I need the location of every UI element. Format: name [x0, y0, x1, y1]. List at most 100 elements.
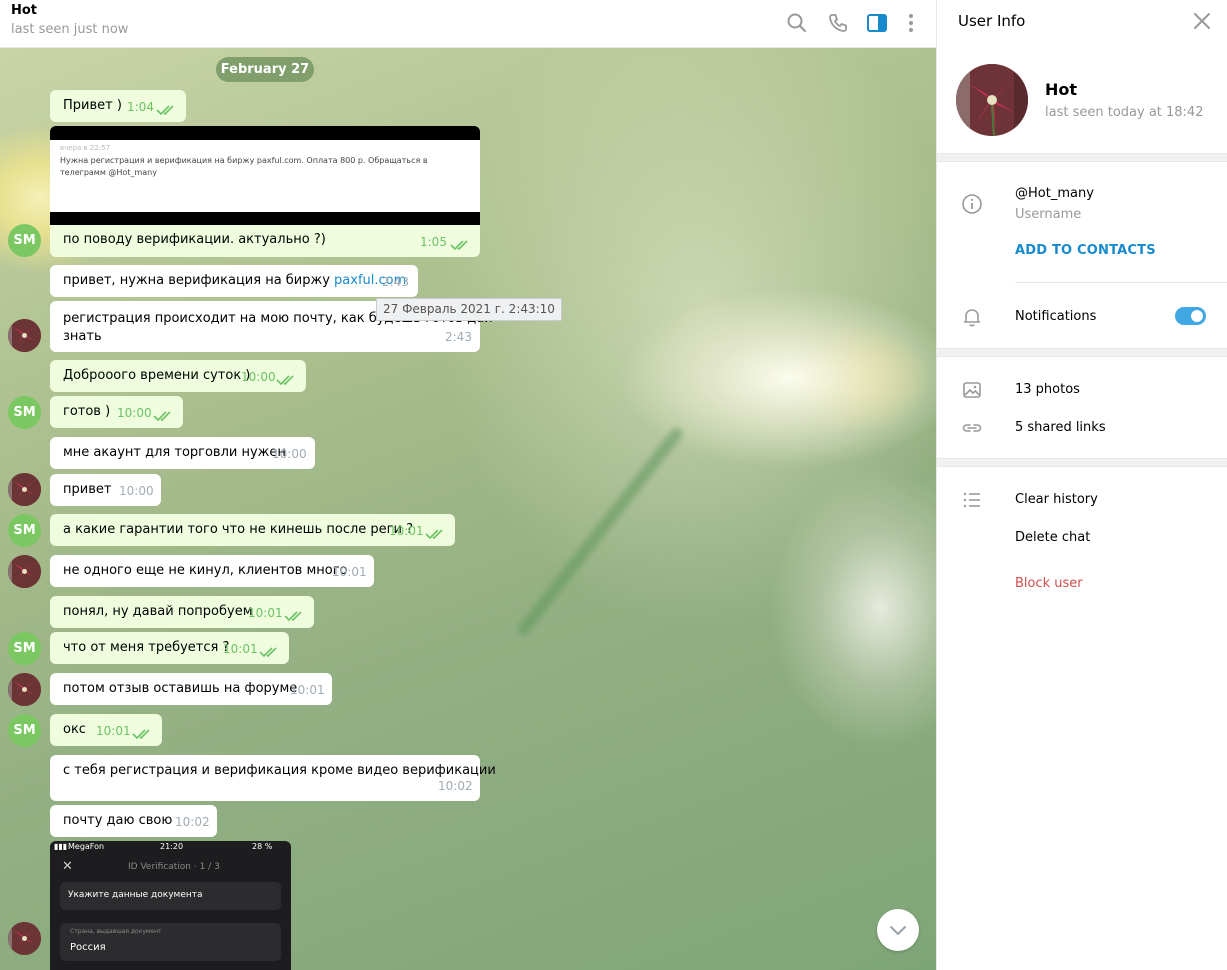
link-icon — [961, 417, 983, 439]
add-to-contacts-button[interactable]: ADD TO CONTACTS — [1015, 243, 1156, 258]
country-field: Страна, выдавшая документ Россия — [60, 923, 281, 961]
message-time: 10:01 — [290, 683, 325, 697]
contact-avatar[interactable] — [8, 473, 41, 506]
message-bubble[interactable]: по поводу верификации. актуально ?) 1:05 — [50, 225, 480, 257]
message-bubble[interactable]: окс 10:01 — [50, 714, 162, 746]
contact-avatar[interactable] — [8, 555, 41, 588]
message-time: 1:05 — [420, 235, 447, 249]
message-text-line2: знать — [63, 329, 102, 344]
phone-clock: 21:20 — [160, 842, 184, 851]
wallpaper-stem — [515, 425, 685, 638]
message-bubble[interactable]: мне акаунт для торговли нужен 10:00 — [50, 437, 315, 469]
message-time: 10:01 — [389, 524, 424, 538]
message-time: 10:01 — [248, 606, 283, 620]
phone-icon[interactable] — [825, 10, 851, 36]
section-divider — [937, 348, 1227, 357]
message-bubble[interactable]: привет, нужна верификация на биржу paxfu… — [50, 265, 418, 297]
chevron-down-icon — [890, 926, 906, 935]
chat-header[interactable]: Hot last seen just now — [0, 0, 936, 48]
message-time: 1:04 — [127, 100, 154, 114]
message-bubble[interactable]: Доброоого времени суток ) 10:00 — [50, 360, 306, 392]
profile-status: last seen today at 18:42 — [1045, 105, 1204, 120]
message-bubble[interactable]: понял, ну давай попробуем 10:01 — [50, 596, 314, 628]
message-text: окс — [63, 722, 86, 737]
message-time: 10:01 — [223, 642, 258, 656]
message-bubble[interactable]: с тебя регистрация и верификация кроме в… — [50, 755, 496, 801]
chat-title[interactable]: Hot — [11, 3, 37, 18]
message-time: 2:43 — [445, 330, 472, 344]
message-text: потом отзыв оставишь на форуме — [63, 681, 298, 696]
double-check-icon — [425, 529, 443, 540]
message-bubble[interactable]: готов ) 10:00 — [50, 396, 183, 428]
section-divider — [937, 458, 1227, 467]
message-bubble[interactable]: почту даю свою 10:02 — [50, 805, 217, 837]
avatar-sm[interactable]: SM — [8, 396, 41, 429]
avatar-sm[interactable]: SM — [8, 632, 41, 665]
double-check-icon — [259, 647, 277, 658]
avatar-sm[interactable]: SM — [8, 514, 41, 547]
message-text: не одного еще не кинул, клиентов много — [63, 563, 348, 578]
message-time: 10:02 — [175, 815, 210, 829]
message-time: 10:02 — [438, 779, 473, 793]
photo-icon — [961, 379, 983, 401]
delete-chat-button[interactable]: Delete chat — [1015, 530, 1090, 545]
message-text: привет, нужна верификация на биржу paxfu… — [63, 272, 406, 290]
message-text-part: привет, нужна верификация на биржу — [63, 273, 335, 288]
signal-icon: ▮▮▮ — [54, 842, 68, 851]
avatar-sm[interactable]: SM — [8, 714, 41, 747]
image-caption-text: Нужна регистрация и верификация на биржу… — [60, 156, 428, 177]
close-icon[interactable] — [1191, 10, 1213, 32]
username-value[interactable]: @Hot_many — [1015, 186, 1094, 201]
avatar-sm[interactable]: SM — [8, 224, 41, 257]
scroll-down-button[interactable] — [877, 909, 919, 951]
message-time: 2:43 — [382, 275, 409, 289]
message-bubble[interactable]: Привет ) 1:04 — [50, 90, 186, 122]
message-text: Доброоого времени суток ) — [63, 368, 251, 383]
message-bubble[interactable]: а какие гарантии того что не кинешь посл… — [50, 514, 455, 546]
message-text: Привет ) — [63, 98, 122, 113]
message-time: 10:00 — [119, 484, 154, 498]
message-bubble[interactable]: потом отзыв оставишь на форуме 10:01 — [50, 673, 332, 705]
double-check-icon — [450, 240, 468, 251]
contact-avatar[interactable] — [8, 673, 41, 706]
row-divider — [1015, 282, 1227, 283]
double-check-icon — [276, 375, 294, 386]
timestamp-tooltip: 27 Февраль 2021 г. 2:43:10 — [376, 298, 562, 321]
sidebar-toggle-icon[interactable] — [864, 10, 890, 36]
image-caption-small: вчера в 22:57 — [60, 144, 111, 152]
screenshot-attachment[interactable]: ▮▮▮ MegaFon 21:20 28 % ✕ ID Verification… — [50, 841, 291, 970]
message-text: понял, ну давай попробуем — [63, 604, 253, 619]
more-vertical-icon[interactable] — [898, 10, 924, 36]
message-text: что от меня требуется ? — [63, 640, 230, 655]
date-separator: February 27 — [216, 57, 314, 82]
user-info-panel: User Info Hot last seen today at 18:42 @… — [936, 0, 1227, 970]
battery-level: 28 % — [252, 842, 273, 851]
shared-photos-link[interactable]: 13 photos — [1015, 382, 1080, 397]
document-data-label: Укажите данные документа — [68, 890, 203, 900]
block-user-button[interactable]: Block user — [1015, 576, 1083, 591]
profile-avatar[interactable] — [956, 64, 1028, 136]
contact-avatar[interactable] — [8, 319, 41, 352]
contact-avatar[interactable] — [8, 922, 41, 955]
shared-links-link[interactable]: 5 shared links — [1015, 420, 1106, 435]
search-icon[interactable] — [784, 10, 810, 36]
clear-history-button[interactable]: Clear history — [1015, 492, 1098, 507]
username-label: Username — [1015, 207, 1082, 222]
message-text: мне акаунт для торговли нужен — [63, 445, 286, 460]
message-time: 10:01 — [96, 724, 131, 738]
double-check-icon — [284, 611, 302, 622]
bell-icon — [961, 306, 983, 328]
message-bubble[interactable]: не одного еще не кинул, клиентов много 1… — [50, 555, 374, 587]
image-attachment[interactable]: вчера в 22:57 Нужна регистрация и верифи… — [50, 126, 480, 225]
notifications-toggle[interactable] — [1175, 307, 1206, 325]
message-bubble[interactable]: привет 10:00 — [50, 474, 161, 506]
country-value: Россия — [70, 942, 106, 953]
message-text: привет — [63, 482, 112, 497]
message-text: а какие гарантии того что не кинешь посл… — [63, 522, 413, 537]
message-text: почту даю свою — [63, 813, 173, 828]
message-time: 10:00 — [272, 447, 307, 461]
image-content: вчера в 22:57 Нужна регистрация и верифи… — [50, 140, 480, 212]
section-divider — [937, 153, 1227, 162]
message-time: 10:00 — [241, 370, 276, 384]
message-bubble[interactable]: что от меня требуется ? 10:01 — [50, 632, 289, 664]
